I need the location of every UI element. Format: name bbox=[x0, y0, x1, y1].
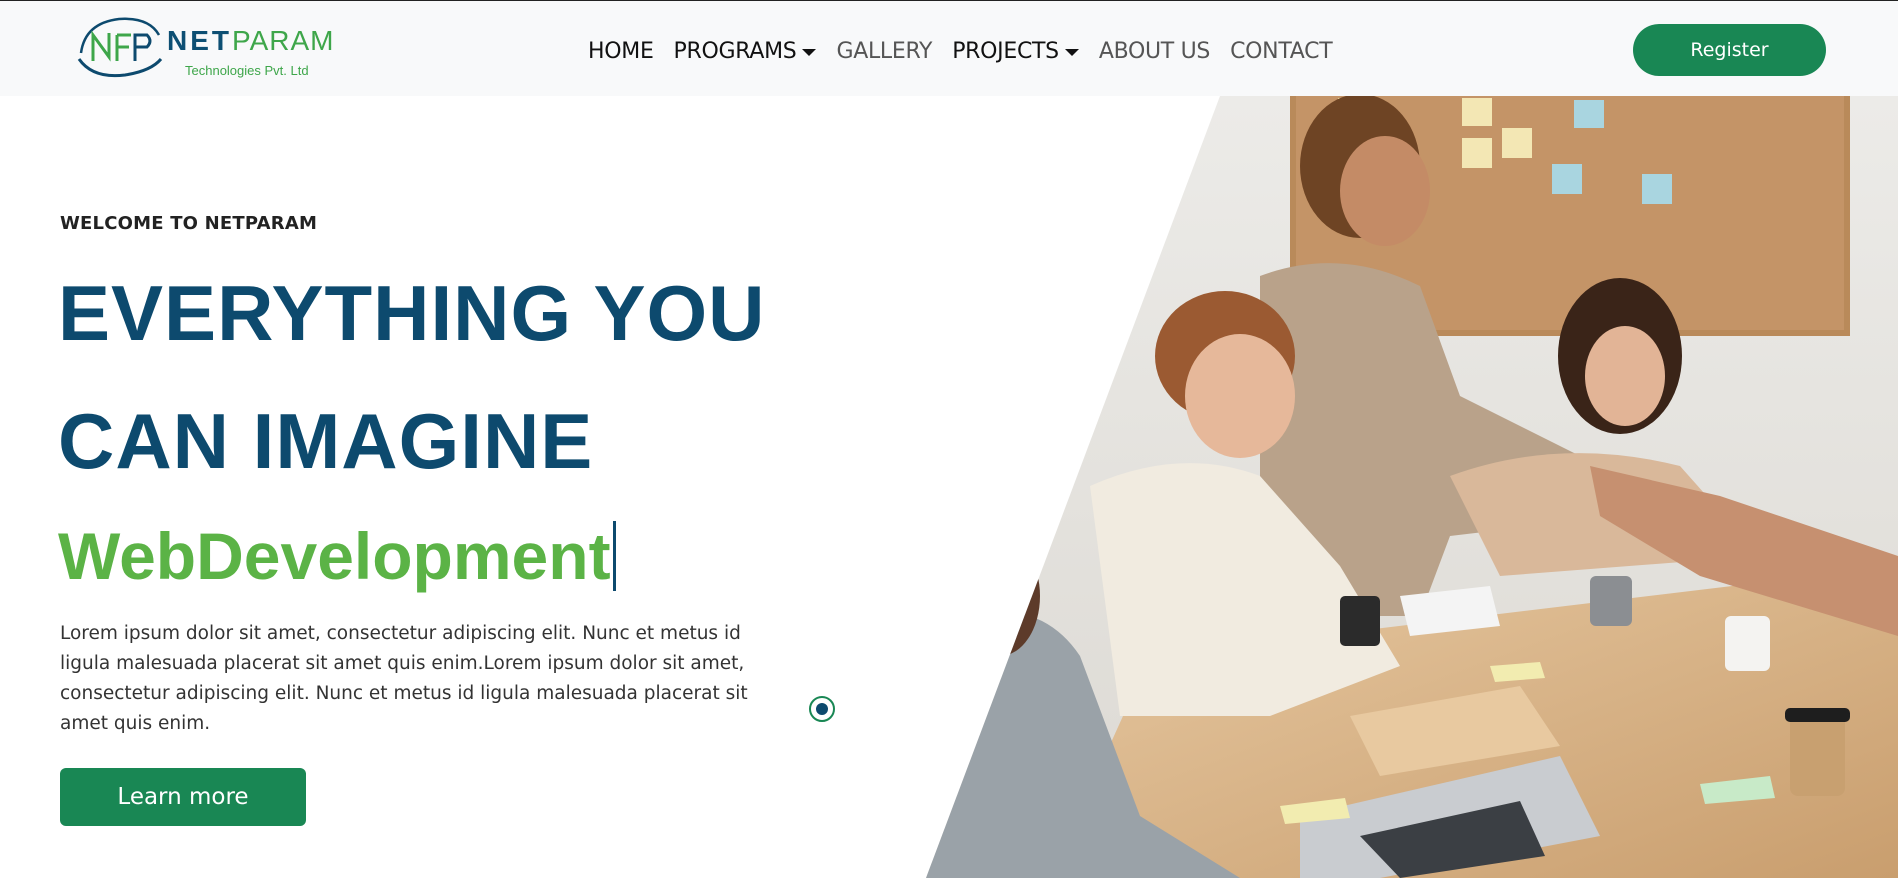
nav-item-home[interactable]: HOME bbox=[588, 39, 654, 64]
hero-typed-text: WebDevelopment bbox=[58, 518, 616, 594]
hero-eyebrow: WELCOME TO NETPARAM bbox=[60, 213, 318, 234]
caret-down-icon bbox=[1064, 48, 1079, 56]
brand-name-part2: PARAM bbox=[232, 25, 335, 56]
nav-item-label: PROGRAMS bbox=[673, 38, 797, 64]
text-cursor-icon bbox=[612, 521, 616, 591]
nav-item-programs[interactable]: PROGRAMS bbox=[674, 39, 817, 64]
nav-item-label: CONTACT bbox=[1230, 38, 1333, 64]
nav-item-label: GALLERY bbox=[836, 38, 933, 64]
typed-text-value: WebDevelopment bbox=[58, 519, 611, 593]
hero-description: Lorem ipsum dolor sit amet, consectetur … bbox=[60, 623, 748, 734]
nav-item-label: HOME bbox=[588, 38, 654, 64]
nav-item-label: PROJECTS bbox=[952, 38, 1059, 64]
brand-logo[interactable]: NETPARAM Technologies Pvt. Ltd bbox=[75, 15, 334, 81]
brand-tagline: Technologies Pvt. Ltd bbox=[185, 63, 309, 78]
nav-item-gallery[interactable]: GALLERY bbox=[836, 39, 932, 64]
register-button[interactable]: Register bbox=[1633, 24, 1826, 76]
navbar: NETPARAM Technologies Pvt. Ltd HOME PROG… bbox=[0, 0, 1898, 96]
slider-indicator-dot[interactable] bbox=[809, 696, 835, 722]
hero-headline-line1: EVERYTHING YOU bbox=[58, 269, 766, 357]
hero-headline-line2: CAN IMAGINE bbox=[58, 397, 594, 485]
main-nav: HOME PROGRAMS GALLERY PROJECTS ABOUT US … bbox=[588, 34, 1352, 68]
netparam-logo-icon bbox=[77, 17, 163, 78]
learn-more-button[interactable]: Learn more bbox=[60, 768, 306, 826]
caret-down-icon bbox=[802, 48, 817, 56]
brand-name-part1: NET bbox=[167, 25, 232, 56]
nav-item-projects[interactable]: PROJECTS bbox=[952, 39, 1079, 64]
nav-item-label: ABOUT US bbox=[1098, 38, 1211, 64]
nav-item-contact[interactable]: CONTACT bbox=[1230, 38, 1333, 64]
nav-item-about-us[interactable]: ABOUT US bbox=[1098, 38, 1211, 64]
brand-name: NETPARAM bbox=[167, 25, 335, 57]
